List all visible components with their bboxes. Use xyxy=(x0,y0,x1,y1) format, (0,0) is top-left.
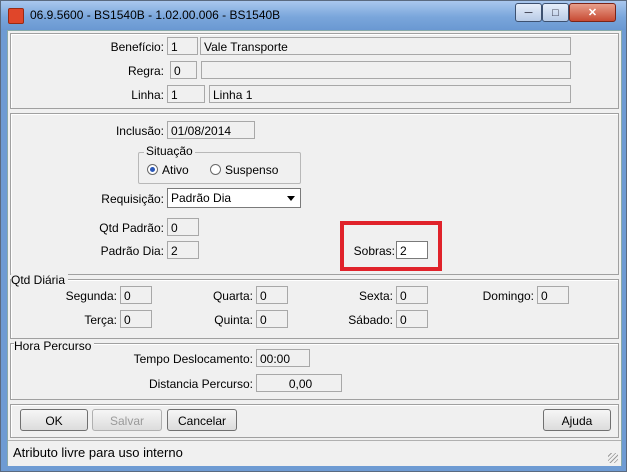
requisicao-select[interactable]: Padrão Dia xyxy=(167,188,301,208)
close-icon: ✕ xyxy=(587,7,598,19)
salvar-button[interactable]: Salvar xyxy=(92,409,162,431)
quinta-label: Quinta: xyxy=(214,313,253,327)
linha-label: Linha: xyxy=(131,88,164,102)
qtd-padrao-label: Qtd Padrão: xyxy=(99,221,164,235)
inclusao-field[interactable]: 01/08/2014 xyxy=(167,121,255,139)
terca-field[interactable]: 0 xyxy=(120,310,152,328)
regra-name-field[interactable] xyxy=(201,61,571,79)
minimize-button[interactable]: ─ xyxy=(515,3,542,22)
requisicao-label: Requisição: xyxy=(101,192,164,206)
qtd-padrao-field[interactable]: 0 xyxy=(167,218,199,236)
chevron-down-icon xyxy=(287,196,295,201)
application-window: 06.9.5600 - BS1540B - 1.02.00.006 - BS15… xyxy=(0,0,627,472)
beneficio-label: Benefício: xyxy=(110,40,164,54)
beneficio-code-field[interactable]: 1 xyxy=(167,37,198,55)
tempo-deslocamento-label: Tempo Deslocamento: xyxy=(133,352,253,366)
regra-label: Regra: xyxy=(127,64,164,78)
tempo-deslocamento-field[interactable]: 00:00 xyxy=(256,349,310,367)
window-title: 06.9.5600 - BS1540B - 1.02.00.006 - BS15… xyxy=(30,8,281,22)
client-area: Benefício: 1 Vale Transporte Regra: 0 Li… xyxy=(7,30,622,466)
close-button[interactable]: ✕ xyxy=(569,3,616,22)
requisicao-value: Padrão Dia xyxy=(171,191,232,205)
situacao-title: Situação xyxy=(144,144,195,158)
quarta-label: Quarta: xyxy=(212,289,253,303)
qtd-diaria-panel xyxy=(10,279,619,339)
linha-name-field[interactable]: Linha 1 xyxy=(209,85,571,103)
hora-percurso-title: Hora Percurso xyxy=(14,339,95,353)
sabado-label: Sábado: xyxy=(348,313,393,327)
app-icon xyxy=(8,8,24,24)
quarta-field[interactable]: 0 xyxy=(256,286,288,304)
sexta-field[interactable]: 0 xyxy=(396,286,428,304)
suspenso-radio[interactable] xyxy=(210,164,221,175)
maximize-button[interactable]: □ xyxy=(542,3,569,22)
status-text: Atributo livre para uso interno xyxy=(13,445,183,460)
sexta-label: Sexta: xyxy=(358,289,393,303)
distancia-percurso-field[interactable]: 0,00 xyxy=(256,374,342,392)
ajuda-button[interactable]: Ajuda xyxy=(543,409,611,431)
sobras-field[interactable]: 2 xyxy=(396,241,428,259)
cancelar-button[interactable]: Cancelar xyxy=(167,409,237,431)
qtd-diaria-title: Qtd Diária xyxy=(11,273,69,287)
padrao-dia-field[interactable]: 2 xyxy=(167,241,199,259)
title-bar[interactable]: 06.9.5600 - BS1540B - 1.02.00.006 - BS15… xyxy=(1,1,626,30)
ativo-radio[interactable] xyxy=(147,164,158,175)
linha-code-field[interactable]: 1 xyxy=(167,85,205,103)
domingo-field[interactable]: 0 xyxy=(537,286,569,304)
sobras-label: Sobras: xyxy=(353,244,395,258)
resize-grip-icon[interactable] xyxy=(608,453,618,463)
inclusao-label: Inclusão: xyxy=(115,124,164,138)
maximize-icon: □ xyxy=(552,6,559,19)
ativo-label: Ativo xyxy=(162,163,189,177)
regra-code-field[interactable]: 0 xyxy=(170,61,197,79)
beneficio-name-field[interactable]: Vale Transporte xyxy=(200,37,571,55)
suspenso-label: Suspenso xyxy=(225,163,279,177)
minimize-icon: ─ xyxy=(524,6,533,19)
padrao-dia-label: Padrão Dia: xyxy=(100,244,164,258)
segunda-field[interactable]: 0 xyxy=(120,286,152,304)
status-bar: Atributo livre para uso interno xyxy=(8,440,621,466)
sabado-field[interactable]: 0 xyxy=(396,310,428,328)
domingo-label: Domingo: xyxy=(482,289,534,303)
quinta-field[interactable]: 0 xyxy=(256,310,288,328)
distancia-percurso-label: Distancia Percurso: xyxy=(148,377,253,391)
segunda-label: Segunda: xyxy=(65,289,117,303)
terca-label: Terça: xyxy=(84,313,117,327)
ok-button[interactable]: OK xyxy=(20,409,88,431)
